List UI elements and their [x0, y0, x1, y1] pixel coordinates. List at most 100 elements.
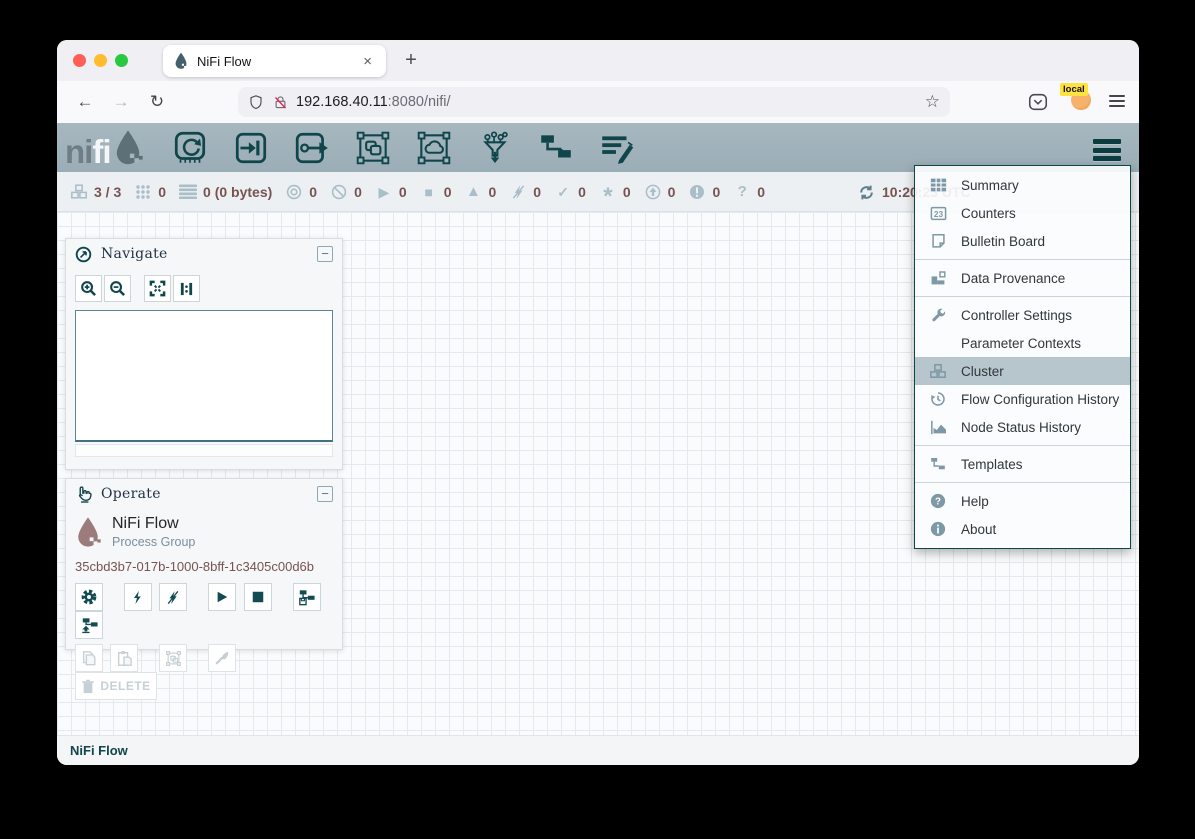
locally-modified-and-stale-icon — [688, 184, 706, 200]
zoom-in-button[interactable] — [75, 275, 102, 302]
summary-icon — [928, 177, 948, 193]
menu-item-flow-configuration-history[interactable]: Flow Configuration History — [915, 385, 1130, 413]
status-stopped: ■ 0 — [420, 184, 452, 200]
operate-hand-icon — [75, 485, 92, 503]
operate-buttons-row2: DELETE — [75, 644, 333, 700]
nifi-favicon — [173, 52, 189, 70]
menu-divider — [915, 296, 1130, 297]
disable-button[interactable] — [159, 583, 187, 611]
locally-modified-icon: * — [599, 193, 617, 201]
zoom-fit-button[interactable] — [144, 275, 171, 302]
operate-panel: Operate − NiFi Flow Process Group 35cbd3… — [65, 478, 343, 650]
upload-template-button[interactable] — [75, 611, 103, 639]
navigate-minimap[interactable] — [75, 310, 333, 442]
forward-icon[interactable]: → — [108, 89, 134, 115]
input-port-icon[interactable] — [230, 128, 272, 168]
tab-title: NiFi Flow — [197, 54, 359, 69]
invalid-icon: ▲ — [464, 184, 482, 199]
status-up-to-date: ✓ 0 — [554, 184, 586, 200]
insecure-lock-icon[interactable] — [273, 94, 288, 111]
navigate-tools — [75, 275, 333, 302]
menu-item-data-provenance[interactable]: Data Provenance — [915, 264, 1130, 292]
enable-button[interactable] — [124, 583, 152, 611]
up-to-date-icon: ✓ — [554, 185, 572, 199]
menu-item-counters[interactable]: 23 Counters — [915, 199, 1130, 227]
nifi-drop-icon — [113, 129, 143, 167]
controller-settings-icon — [928, 307, 948, 323]
menu-item-bulletin-board[interactable]: Bulletin Board — [915, 227, 1130, 255]
processor-icon[interactable] — [169, 128, 211, 168]
configuration-button[interactable] — [75, 583, 103, 611]
global-menu: Summary 23 Counters Bulletin Board — [914, 165, 1131, 549]
paste-button[interactable] — [110, 644, 138, 672]
svg-text:?: ? — [935, 497, 941, 508]
navigate-panel: Navigate − — [65, 238, 343, 470]
navigate-panel-title: Navigate — [101, 246, 317, 262]
bookmark-star-icon[interactable]: ☆ — [925, 92, 940, 112]
operate-panel-header[interactable]: Operate − — [66, 479, 342, 509]
menu-item-help[interactable]: ? Help — [915, 487, 1130, 515]
nifi-global-menu-button[interactable] — [1093, 139, 1121, 165]
status-sync-failure: ? 0 — [733, 184, 765, 200]
menu-item-summary[interactable]: Summary — [915, 171, 1130, 199]
status-invalid: ▲ 0 — [464, 184, 496, 200]
start-button[interactable] — [208, 583, 236, 611]
group-button[interactable] — [159, 644, 187, 672]
pocket-icon[interactable] — [1027, 91, 1049, 113]
zoom-button[interactable] — [115, 54, 128, 67]
template-icon[interactable] — [535, 128, 577, 168]
reload-icon[interactable]: ↻ — [144, 89, 170, 115]
address-bar[interactable]: 192.168.40.11:8080/nifi/ ☆ — [238, 87, 950, 117]
data-provenance-icon — [928, 270, 948, 286]
menu-divider — [915, 482, 1130, 483]
close-button[interactable] — [73, 54, 86, 67]
url-path: :8080/nifi/ — [388, 94, 451, 110]
shield-icon[interactable] — [248, 94, 264, 111]
output-port-icon[interactable] — [291, 128, 333, 168]
browser-window: NiFi Flow × + ← → ↻ 192.168.40.11:8080/n… — [57, 40, 1139, 765]
about-icon — [928, 521, 948, 537]
browser-tab[interactable]: NiFi Flow × — [163, 45, 386, 77]
bulletin-board-icon — [928, 233, 948, 249]
operate-collapse-button[interactable]: − — [317, 486, 333, 502]
menu-item-node-status-history[interactable]: Node Status History — [915, 413, 1130, 441]
menu-item-templates[interactable]: Templates — [915, 450, 1130, 478]
navigate-panel-header[interactable]: Navigate − — [66, 239, 342, 269]
menu-item-parameter-contexts[interactable]: Parameter Contexts — [915, 329, 1130, 357]
copy-button[interactable] — [75, 644, 103, 672]
refresh-icon[interactable] — [858, 184, 875, 201]
help-icon: ? — [928, 493, 948, 509]
zoom-out-button[interactable] — [104, 275, 131, 302]
new-tab-button[interactable]: + — [398, 48, 424, 74]
browser-menu-icon[interactable] — [1109, 95, 1125, 110]
status-running: ▶ 0 — [375, 184, 407, 200]
breadcrumb[interactable]: NiFi Flow — [70, 743, 128, 758]
stop-button[interactable] — [244, 583, 272, 611]
delete-button[interactable]: DELETE — [75, 672, 157, 700]
funnel-icon[interactable] — [474, 128, 516, 168]
browser-navbar: ← → ↻ 192.168.40.11:8080/nifi/ ☆ local — [57, 81, 1139, 123]
menu-item-controller-settings[interactable]: Controller Settings — [915, 301, 1130, 329]
label-icon[interactable] — [596, 128, 638, 168]
process-group-icon[interactable] — [352, 128, 394, 168]
stale-icon — [644, 184, 662, 200]
minimize-button[interactable] — [94, 54, 107, 67]
tab-close-icon[interactable]: × — [359, 52, 376, 71]
container-badge: local — [1060, 83, 1088, 96]
logo-fi: fi — [92, 137, 110, 167]
status-active-threads: 0 — [134, 184, 166, 200]
menu-item-about[interactable]: About — [915, 515, 1130, 543]
navigate-collapse-button[interactable]: − — [317, 246, 333, 262]
navigate-minimap-scrollbar[interactable] — [75, 444, 333, 457]
selection-name: NiFi Flow — [112, 515, 195, 533]
save-template-button[interactable] — [293, 583, 321, 611]
cluster-icon — [928, 363, 948, 379]
selection-type: Process Group — [112, 535, 195, 549]
color-button[interactable] — [208, 644, 236, 672]
status-locally-modified-and-stale: 0 — [688, 184, 720, 200]
status-disabled: 0 — [509, 184, 541, 200]
back-icon[interactable]: ← — [72, 89, 98, 115]
remote-process-group-icon[interactable] — [413, 128, 455, 168]
zoom-actual-size-button[interactable] — [173, 275, 200, 302]
menu-item-cluster[interactable]: Cluster — [915, 357, 1130, 385]
